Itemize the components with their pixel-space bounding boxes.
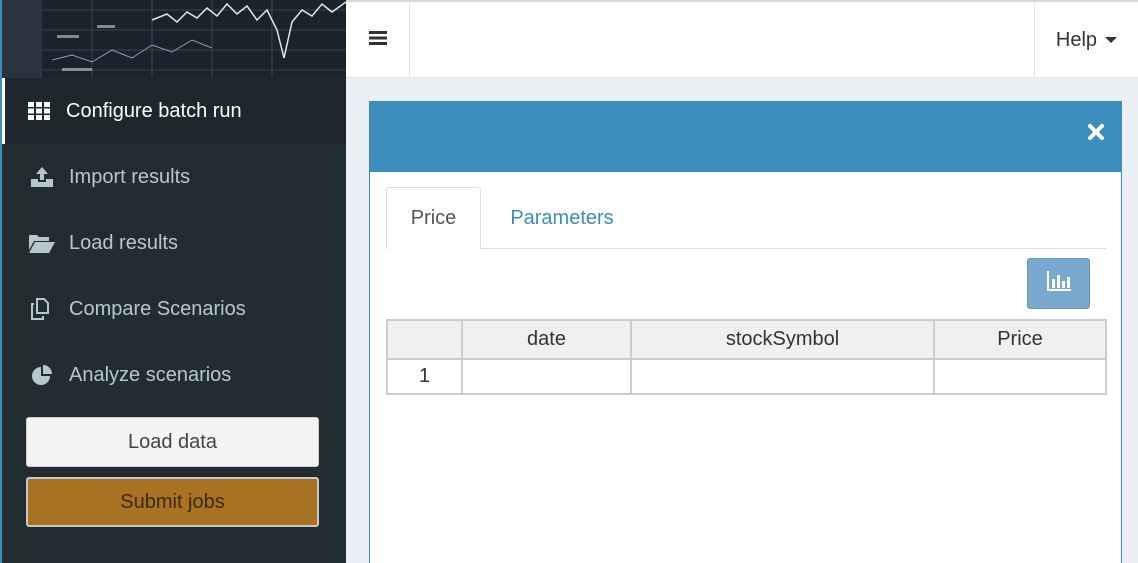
upload-icon [29,166,55,188]
tab-parameters[interactable]: Parameters [492,187,632,249]
header-image [2,0,346,78]
hamburger-icon [368,30,387,51]
box-header [370,101,1121,172]
top-navbar: Help [346,0,1138,78]
column-header-index [386,319,463,360]
bar-chart-icon [1046,271,1071,296]
sidebar-item-label: Configure batch run [66,99,242,122]
column-header-stocksymbol[interactable]: stockSymbol [630,319,935,360]
close-icon[interactable] [1087,123,1105,141]
sidebar-item-label: Load results [69,231,178,254]
row-index-cell: 1 [386,358,463,395]
table-header-row: date stockSymbol Price [386,319,1107,360]
sidebar-toggle-button[interactable] [346,2,410,78]
stocksymbol-cell[interactable] [630,358,935,395]
sidebar-item-label: Import results [69,165,191,188]
pie-chart-icon [29,364,55,386]
tab-price[interactable]: Price [386,187,481,250]
help-label: Help [1055,28,1098,51]
main-box: Price Parameters date stockSymbol Price … [369,101,1122,563]
column-header-date[interactable]: date [461,319,632,360]
sidebar-item-label: Compare Scenarios [69,297,246,320]
sidebar-item-compare-scenarios[interactable]: Compare Scenarios [2,276,346,342]
chart-button[interactable] [1027,258,1090,309]
price-cell[interactable] [933,358,1107,395]
column-header-price[interactable]: Price [933,319,1107,360]
folder-open-icon [29,232,55,254]
data-table: date stockSymbol Price 1 [386,319,1107,395]
sidebar-item-configure-batch-run[interactable]: Configure batch run [2,78,346,144]
sidebar-item-load-results[interactable]: Load results [2,210,346,276]
copy-icon [29,298,55,320]
sidebar-item-import-results[interactable]: Import results [2,144,346,210]
help-dropdown[interactable]: Help [1034,2,1138,78]
load-data-button[interactable]: Load data [26,417,319,467]
submit-jobs-button[interactable]: Submit jobs [26,477,319,527]
sidebar-menu: Configure batch run Import results Load … [2,78,346,408]
table-row: 1 [386,358,1107,395]
tab-bar: Price Parameters [386,187,1106,250]
caret-down-icon [1105,37,1118,43]
sidebar-item-label: Analyze scenarios [69,363,232,386]
sidebar: Configure batch run Import results Load … [0,0,346,563]
grid-icon [26,100,52,122]
date-cell[interactable] [461,358,632,395]
sidebar-item-analyze-scenarios[interactable]: Analyze scenarios [2,342,346,408]
